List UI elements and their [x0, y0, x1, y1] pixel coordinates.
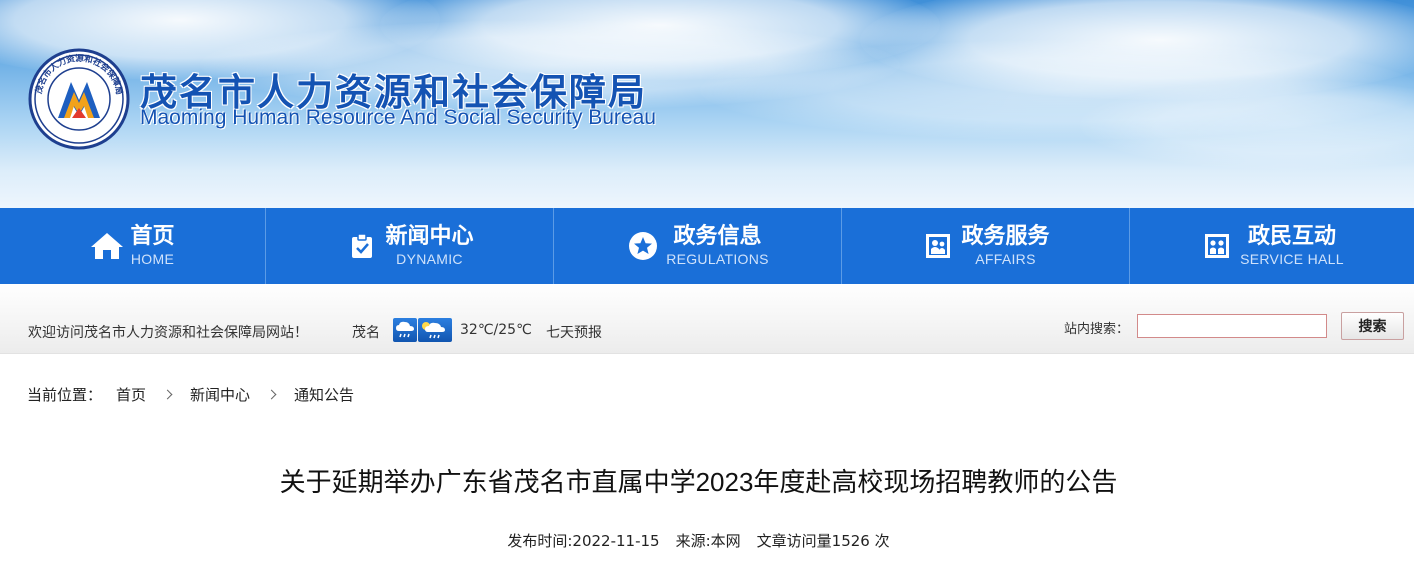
article-source: 来源:本网 [675, 532, 741, 550]
nav-item-regulations[interactable]: 政务信息 REGULATIONS [553, 208, 841, 284]
interaction-icon [1200, 229, 1234, 263]
rain-icon [393, 318, 417, 342]
seven-day-forecast-link[interactable]: 七天预报 [546, 322, 602, 342]
nav-item-affairs[interactable]: 政务服务 AFFAIRS [841, 208, 1129, 284]
nav-sublabel: REGULATIONS [666, 251, 769, 267]
article-meta: 发布时间:2022-11-15 来源:本网 文章访问量1526 次 [0, 530, 1397, 551]
home-icon [90, 229, 124, 263]
nav-item-interaction[interactable]: 政民互动 SERVICE HALL [1129, 208, 1414, 284]
nav-label: 新闻中心 [385, 224, 474, 249]
chevron-right-icon [162, 389, 173, 400]
nav-item-home[interactable]: 首页 HOME [0, 208, 265, 284]
search-input[interactable] [1137, 314, 1327, 338]
weather-city: 茂名 [352, 325, 380, 341]
nav-label: 首页 [130, 224, 175, 249]
main-nav: 首页 HOME 新闻中心 DYNAMIC 政务信息 REGULATIONS 政务… [0, 208, 1414, 284]
clipboard-check-icon [345, 229, 379, 263]
search-label: 站内搜索： [1064, 322, 1130, 337]
nav-sublabel: HOME [130, 251, 175, 267]
nav-item-news[interactable]: 新闻中心 DYNAMIC [265, 208, 553, 284]
publish-date: 发布时间:2022-11-15 [507, 532, 660, 550]
view-count: 文章访问量1526 次 [756, 532, 890, 550]
nav-label: 政务服务 [961, 224, 1050, 249]
nav-sublabel: AFFAIRS [975, 251, 1036, 267]
nav-sublabel: SERVICE HALL [1240, 251, 1344, 267]
breadcrumb: 当前位置： 首页 新闻中心 通知公告 [27, 384, 354, 405]
nav-sublabel: DYNAMIC [396, 251, 463, 267]
bureau-seal-logo[interactable]: 茂名市人力资源和社会保障局 [28, 48, 130, 150]
breadcrumb-home[interactable]: 首页 [116, 384, 146, 405]
rain-night-icon [418, 318, 452, 342]
chevron-right-icon [266, 389, 277, 400]
search-button[interactable]: 搜索 [1341, 312, 1404, 340]
welcome-text: 欢迎访问茂名市人力资源和社会保障局网站！ [28, 325, 308, 341]
site-subtitle: Maoming Human Resource And Social Securi… [140, 106, 656, 129]
info-bar: 欢迎访问茂名市人力资源和社会保障局网站！ 茂名 32℃/25℃ 七天预报 站内搜… [0, 284, 1414, 354]
nav-label: 政民互动 [1247, 224, 1336, 249]
service-hall-icon [921, 229, 955, 263]
nav-label: 政务信息 [673, 224, 762, 249]
breadcrumb-news[interactable]: 新闻中心 [190, 384, 250, 405]
star-icon [626, 229, 660, 263]
weather-temperature: 32℃/25℃ [460, 322, 532, 338]
breadcrumb-notices[interactable]: 通知公告 [294, 384, 354, 405]
breadcrumb-lead: 当前位置： [27, 386, 103, 404]
header-banner: 茂名市人力资源和社会保障局 茂名市人力资源和社会保障局 Maoming Huma… [0, 0, 1414, 208]
article-title: 关于延期举办广东省茂名市直属中学2023年度赴高校现场招聘教师的公告 [279, 467, 1118, 497]
